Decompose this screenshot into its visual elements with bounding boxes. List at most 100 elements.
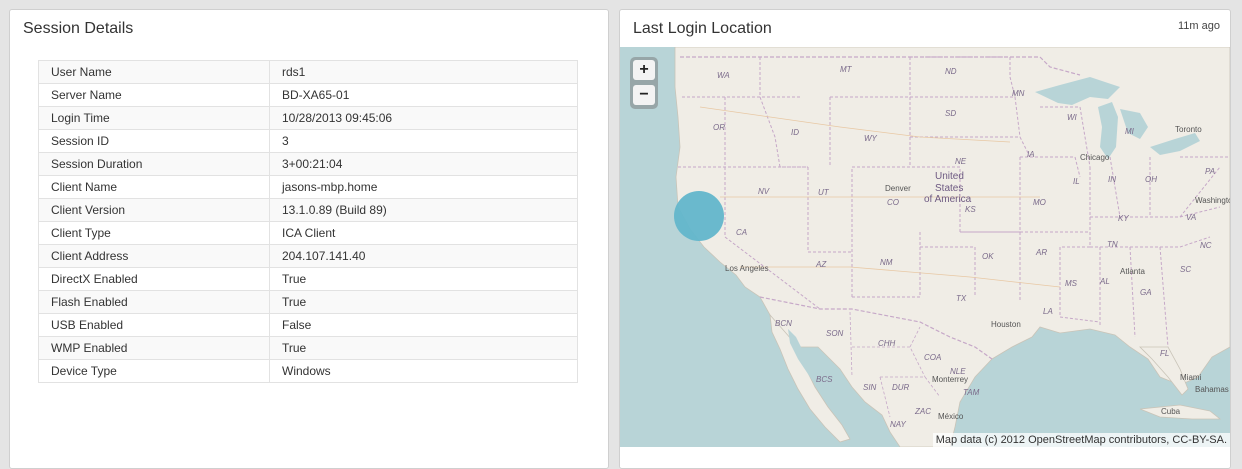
map-label-mt: MT xyxy=(840,65,852,74)
detail-row: USB Enabled False xyxy=(38,313,578,337)
detail-row: Server Name BD-XA65-01 xyxy=(38,83,578,107)
detail-label: Client Version xyxy=(38,198,270,222)
map-label-mo: MO xyxy=(1033,198,1046,207)
map-label-mi: MI xyxy=(1125,127,1134,136)
map-canvas[interactable] xyxy=(620,47,1230,447)
detail-value: 10/28/2013 09:45:06 xyxy=(269,106,578,130)
detail-label: User Name xyxy=(38,60,270,84)
session-details-title: Session Details xyxy=(23,20,134,37)
session-details-table: User Name rds1 Server Name BD-XA65-01 Login … xyxy=(38,60,578,383)
detail-value: 3+00:21:04 xyxy=(269,152,578,176)
map-label-ca: CA xyxy=(736,228,748,237)
map-label-sc: SC xyxy=(1180,265,1192,274)
map-label-monterrey: Monterrey xyxy=(932,375,969,384)
detail-label: Client Type xyxy=(38,221,270,245)
map-label-chh: CHH xyxy=(878,339,896,348)
detail-label: USB Enabled xyxy=(38,313,270,337)
last-login-timestamp: 11m ago xyxy=(1178,20,1220,32)
map-label-mn: MN xyxy=(1012,89,1025,98)
map-label-co: CO xyxy=(887,198,899,207)
map-label-bcn: BCN xyxy=(775,319,792,328)
detail-row: Session ID 3 xyxy=(38,129,578,153)
map-label-or: OR xyxy=(713,123,725,132)
map-label-va: VA xyxy=(1186,213,1197,222)
map-label-il: IL xyxy=(1073,177,1080,186)
detail-value: 204.107.141.40 xyxy=(269,244,578,268)
map-label-sd: SD xyxy=(945,109,957,118)
detail-value: rds1 xyxy=(269,60,578,84)
map-label-of-america: of America xyxy=(924,194,972,205)
detail-value: 13.1.0.89 (Build 89) xyxy=(269,198,578,222)
login-location-map[interactable]: WA MT ND MN OR ID SD WI MI Toronto WY NE IA Chicago PA… xyxy=(620,47,1230,447)
map-label-bahamas: Bahamas xyxy=(1195,385,1229,394)
map-label-ut: UT xyxy=(818,188,829,197)
map-label-sin: SIN xyxy=(863,383,877,392)
map-label-cuba: Cuba xyxy=(1161,407,1181,416)
detail-row: Login Time 10/28/2013 09:45:06 xyxy=(38,106,578,130)
map-label-ga: GA xyxy=(1140,288,1152,297)
detail-value: True xyxy=(269,267,578,291)
map-label-coa: COA xyxy=(924,353,942,362)
zoom-out-button[interactable]: − xyxy=(633,85,655,105)
map-label-denver: Denver xyxy=(885,184,911,193)
detail-label: Session ID xyxy=(38,129,270,153)
last-login-location-panel: Last Login Location 11m ago WA MT ND MN … xyxy=(619,9,1231,469)
map-label-wa: WA xyxy=(717,71,730,80)
map-label-nc: NC xyxy=(1200,241,1212,250)
map-label-mexico: México xyxy=(938,412,964,421)
map-label-nm: NM xyxy=(880,258,893,267)
map-label-houston: Houston xyxy=(991,320,1021,329)
map-label-fl: FL xyxy=(1160,349,1170,358)
detail-label: Client Address xyxy=(38,244,270,268)
map-label-tam: TAM xyxy=(963,388,980,397)
detail-row: WMP Enabled True xyxy=(38,336,578,360)
detail-label: Client Name xyxy=(38,175,270,199)
detail-value: BD-XA65-01 xyxy=(269,83,578,107)
zoom-in-button[interactable]: + xyxy=(633,60,655,80)
map-label-ok: OK xyxy=(982,252,994,261)
detail-value: jasons-mbp.home xyxy=(269,175,578,199)
map-label-ar: AR xyxy=(1036,248,1048,257)
map-label-dur: DUR xyxy=(892,383,910,392)
map-label-ks: KS xyxy=(965,205,976,214)
detail-label: DirectX Enabled xyxy=(38,267,270,291)
detail-row: Client Type ICA Client xyxy=(38,221,578,245)
map-label-miami: Miami xyxy=(1180,373,1202,382)
map-label-toronto: Toronto xyxy=(1175,125,1202,134)
map-label-united: United xyxy=(935,171,964,182)
map-label-atlanta: Atlanta xyxy=(1120,267,1145,276)
session-details-panel: Session Details User Name rds1 Server Name… xyxy=(9,9,609,469)
detail-label: Flash Enabled xyxy=(38,290,270,314)
login-location-marker[interactable] xyxy=(674,191,724,241)
detail-row: Device Type Windows xyxy=(38,359,578,383)
detail-row: Flash Enabled True xyxy=(38,290,578,314)
map-label-bcs: BCS xyxy=(816,375,833,384)
detail-row: DirectX Enabled True xyxy=(38,267,578,291)
map-label-wy: WY xyxy=(864,134,877,143)
detail-value: ICA Client xyxy=(269,221,578,245)
map-label-az: AZ xyxy=(816,260,827,269)
map-label-wi: WI xyxy=(1067,113,1077,122)
map-label-la: LA xyxy=(1043,307,1053,316)
detail-label: Login Time xyxy=(38,106,270,130)
map-panel-title: Last Login Location xyxy=(633,20,772,37)
map-label-ne: NE xyxy=(955,157,967,166)
zoom-control: + − xyxy=(630,57,658,109)
map-label-pa: PA xyxy=(1205,167,1216,176)
detail-value: 3 xyxy=(269,129,578,153)
map-label-oh: OH xyxy=(1145,175,1157,184)
map-label-nv: NV xyxy=(758,187,770,196)
detail-value: True xyxy=(269,290,578,314)
detail-label: Device Type xyxy=(38,359,270,383)
detail-value: False xyxy=(269,313,578,337)
map-label-al: AL xyxy=(1100,277,1110,286)
map-label-los-angeles: Los Angeles xyxy=(725,264,769,273)
detail-value: Windows xyxy=(269,359,578,383)
map-label-chicago: Chicago xyxy=(1080,153,1110,162)
detail-value: True xyxy=(269,336,578,360)
map-label-tn: TN xyxy=(1107,240,1118,249)
map-label-nay: NAY xyxy=(890,420,906,429)
detail-row: Client Address 204.107.141.40 xyxy=(38,244,578,268)
detail-row: User Name rds1 xyxy=(38,60,578,84)
map-label-tx: TX xyxy=(956,294,967,303)
